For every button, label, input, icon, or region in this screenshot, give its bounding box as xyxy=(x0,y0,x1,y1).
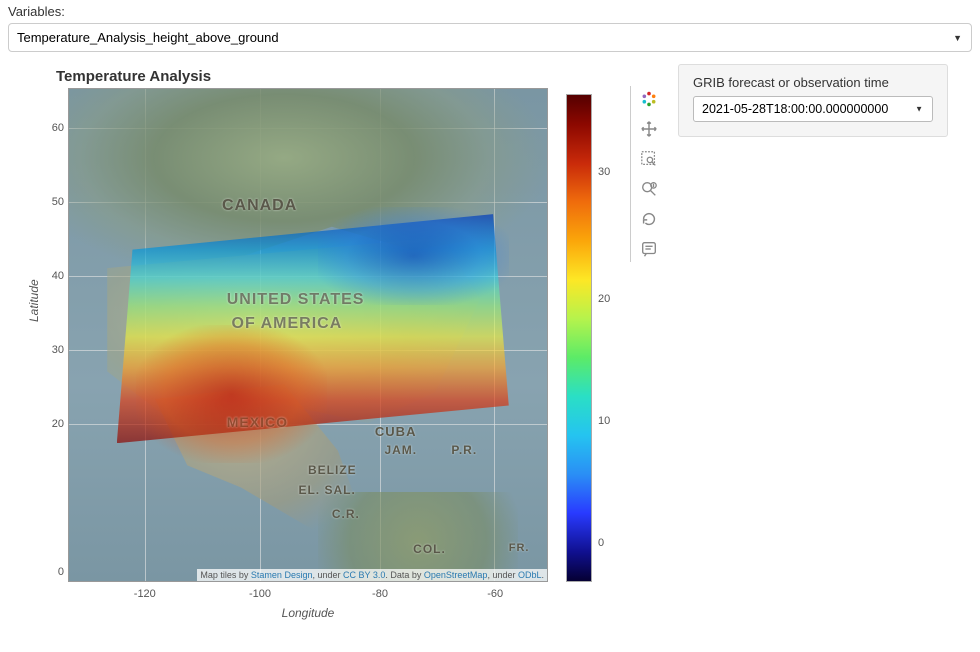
time-select-wrap: 2021-05-28T18:00:00.000000000 xyxy=(693,96,933,122)
wheel-zoom-icon[interactable] xyxy=(638,178,660,200)
colorbar-tick: 0 xyxy=(598,537,604,549)
y-tick: 50 xyxy=(52,196,64,208)
colorbar-tick: 10 xyxy=(598,415,610,427)
y-tick: 0 xyxy=(58,566,64,578)
variables-select[interactable]: Temperature_Analysis_height_above_ground xyxy=(8,23,972,52)
time-select-label: GRIB forecast or observation time xyxy=(693,75,933,90)
temperature-overlay-hot xyxy=(136,325,327,463)
map-label-elsal: EL. SAL. xyxy=(298,483,355,497)
plot-toolbar xyxy=(630,86,660,262)
map-label-belize: BELIZE xyxy=(308,463,357,477)
variables-label: Variables: xyxy=(8,4,972,19)
x-tick: -80 xyxy=(372,588,388,600)
reset-icon[interactable] xyxy=(638,208,660,230)
map-label-fr: FR. xyxy=(509,542,530,554)
attr-text: . Data by xyxy=(385,570,424,580)
plot-title: Temperature Analysis xyxy=(56,68,211,85)
map-label-jam: JAM. xyxy=(384,443,417,457)
map-label-pr: P.R. xyxy=(451,443,477,457)
side-panel: GRIB forecast or observation time 2021-0… xyxy=(678,64,948,137)
map-frame[interactable]: CANADA UNITED STATES OF AMERICA MEXICO C… xyxy=(68,88,548,582)
plot-area: Temperature Analysis 0 20 30 40 50 60 La… xyxy=(8,64,668,644)
map-label-cr: C.R. xyxy=(332,507,360,521)
map-label-col: COL. xyxy=(413,542,446,556)
y-tick: 40 xyxy=(52,270,64,282)
attr-link-cc[interactable]: CC BY 3.0 xyxy=(343,570,385,580)
time-select[interactable]: 2021-05-28T18:00:00.000000000 xyxy=(693,96,933,122)
map-attribution: Map tiles by Stamen Design, under CC BY … xyxy=(197,569,547,581)
map-label-cuba: CUBA xyxy=(375,424,417,439)
map-label-usa: OF AMERICA xyxy=(232,315,343,333)
colorbar xyxy=(566,94,592,582)
bokeh-logo-icon[interactable] xyxy=(638,88,660,110)
y-tick: 30 xyxy=(52,344,64,356)
colorbar-ticks: 30 20 10 0 xyxy=(598,94,622,582)
hover-icon[interactable] xyxy=(638,238,660,260)
attr-text: Map tiles by xyxy=(200,570,251,580)
map-label-mexico: MEXICO xyxy=(227,414,288,430)
pan-icon[interactable] xyxy=(638,118,660,140)
colorbar-tick: 20 xyxy=(598,293,610,305)
x-tick: -120 xyxy=(134,588,156,600)
x-tick: -60 xyxy=(487,588,503,600)
colorbar-tick: 30 xyxy=(598,166,610,178)
map-label-canada: CANADA xyxy=(222,197,297,215)
attr-link-osm[interactable]: OpenStreetMap xyxy=(424,570,488,580)
y-axis-label: Latitude xyxy=(27,279,41,322)
y-tick: 60 xyxy=(52,122,64,134)
x-tick: -100 xyxy=(249,588,271,600)
main-row: Temperature Analysis 0 20 30 40 50 60 La… xyxy=(0,56,980,652)
y-axis: 0 20 30 40 50 60 Latitude xyxy=(36,88,66,582)
x-axis-label: Longitude xyxy=(282,606,335,620)
variables-select-wrap: Temperature_Analysis_height_above_ground xyxy=(8,23,972,52)
attr-text: , under xyxy=(312,570,343,580)
variables-section: Variables: Temperature_Analysis_height_a… xyxy=(0,0,980,56)
attr-text: , under xyxy=(487,570,518,580)
y-tick: 20 xyxy=(52,418,64,430)
attr-link-stamen[interactable]: Stamen Design xyxy=(251,570,313,580)
attr-link-odbl[interactable]: ODbL xyxy=(518,570,542,580)
x-axis: -120 -100 -80 -60 Longitude xyxy=(68,584,548,624)
map-label-usa: UNITED STATES xyxy=(227,291,365,309)
box-zoom-icon[interactable] xyxy=(638,148,660,170)
